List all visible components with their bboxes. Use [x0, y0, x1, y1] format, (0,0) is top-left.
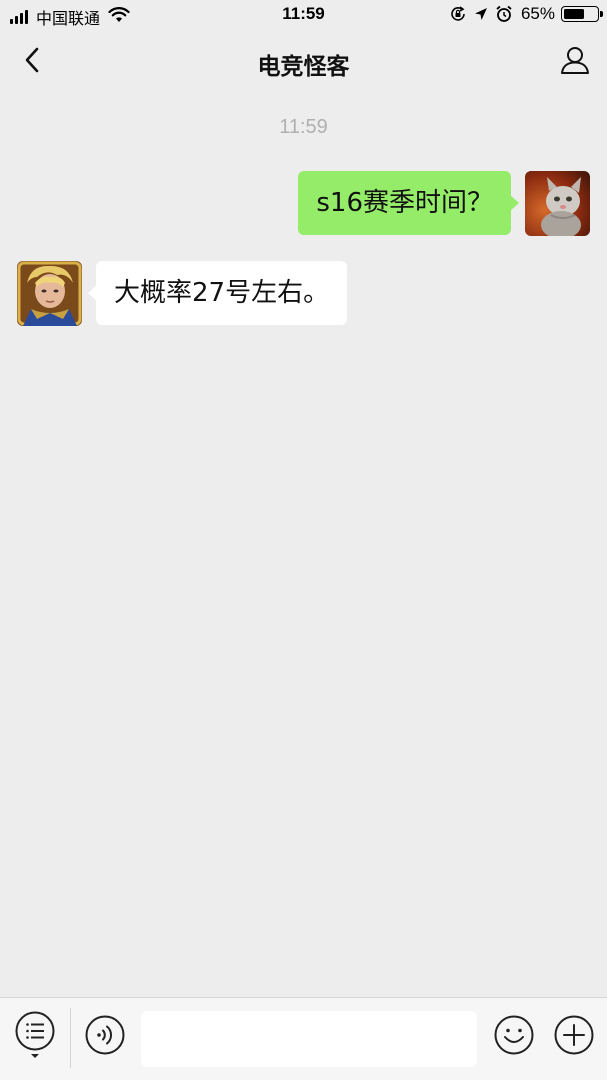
- received-message: 大概率27号左右。: [17, 261, 348, 326]
- chat-info-button[interactable]: [557, 44, 593, 80]
- message-input[interactable]: [141, 1011, 477, 1067]
- nav-bar: 电竞怪客: [0, 30, 607, 94]
- message-timestamp: 11:59: [279, 116, 328, 138]
- more-button[interactable]: [553, 1014, 595, 1060]
- chat-area[interactable]: 11:59 s16赛季时间？ 大概率27号左右。: [0, 94, 607, 998]
- toolbar-divider: [70, 1008, 71, 1068]
- voice-icon: [84, 1014, 126, 1060]
- plus-icon: [553, 1014, 595, 1060]
- emoji-button[interactable]: [493, 1014, 535, 1060]
- sent-message-bubble[interactable]: s16赛季时间？: [298, 171, 519, 235]
- chevron-left-icon: [22, 46, 42, 78]
- menu-list-icon: [14, 1010, 56, 1064]
- voice-button[interactable]: [84, 1014, 126, 1060]
- back-button[interactable]: [14, 44, 50, 80]
- chat-title: 电竞怪客: [257, 54, 350, 80]
- location-icon: [473, 6, 489, 22]
- cat-avatar[interactable]: [525, 171, 590, 236]
- hero-avatar[interactable]: [17, 261, 82, 326]
- battery-fill: [564, 9, 584, 19]
- emoji-icon: [493, 1014, 535, 1060]
- status-bar: 中国联通 11:59 65%: [0, 0, 607, 30]
- received-message-bubble[interactable]: 大概率27号左右。: [87, 261, 348, 325]
- rotation-lock-icon: [449, 5, 467, 23]
- battery-percent: 65%: [520, 4, 555, 23]
- person-icon: [559, 44, 591, 80]
- sent-message: s16赛季时间？: [298, 171, 590, 236]
- menu-button[interactable]: [14, 1011, 56, 1058]
- input-bar: [0, 997, 607, 1080]
- alarm-icon: [495, 5, 513, 23]
- status-right: 65%: [443, 4, 603, 24]
- battery-icon: [561, 6, 603, 22]
